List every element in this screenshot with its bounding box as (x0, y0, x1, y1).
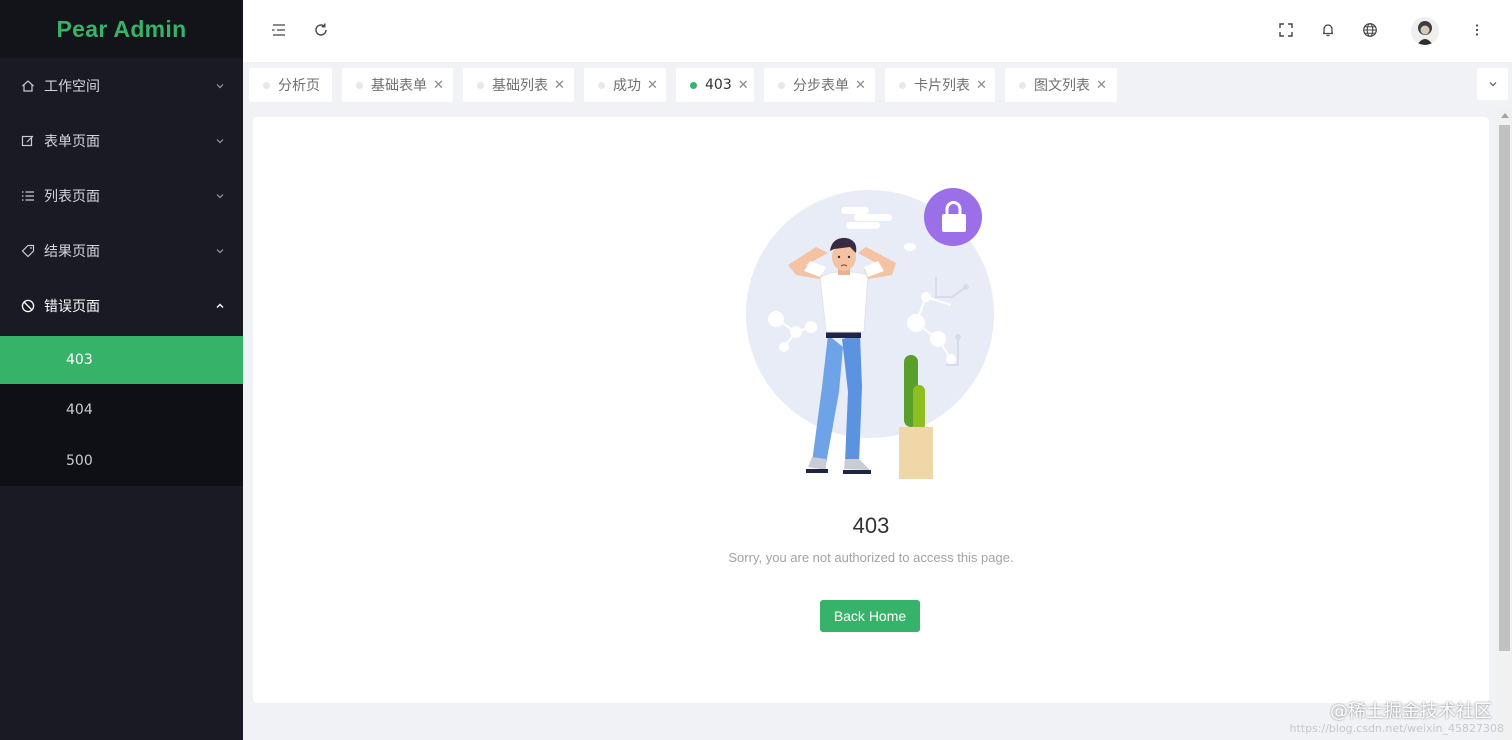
close-icon[interactable]: ✕ (855, 78, 866, 93)
tab-status-dot (690, 81, 697, 89)
error-submenu: 403 404 500 (0, 333, 243, 486)
sidebar-subitem-500[interactable]: 500 (0, 435, 243, 486)
sidebar: Pear Admin 工作空间 表单页面 列表页面 结果页面 错误页面 403 … (0, 0, 243, 740)
forbidden-illustration (746, 188, 994, 479)
ban-icon (20, 298, 36, 314)
tab-success[interactable]: 成功 ✕ (584, 68, 666, 102)
tab-analysis[interactable]: 分析页 (249, 68, 332, 102)
error-message: Sorry, you are not authorized to access … (728, 550, 1014, 565)
sidebar-subitem-403[interactable]: 403 (0, 336, 243, 384)
chevron-down-icon (1489, 82, 1496, 87)
tab-card-list[interactable]: 卡片列表 ✕ (885, 68, 995, 102)
bell-icon[interactable] (1319, 21, 1337, 39)
top-header (243, 0, 1512, 63)
tab-label: 图文列表 (1034, 78, 1090, 94)
tab-status-dot (356, 81, 363, 89)
list-icon (20, 188, 36, 204)
tab-403[interactable]: 403 ✕ (676, 68, 754, 102)
tab-step-form[interactable]: 分步表单 ✕ (764, 68, 875, 102)
scroll-up-arrow-icon[interactable] (1501, 113, 1509, 118)
error-page-card: 403 Sorry, you are not authorized to acc… (253, 117, 1489, 703)
sidebar-item-label: 表单页面 (44, 133, 100, 150)
close-icon[interactable]: ✕ (647, 78, 658, 93)
chevron-down-icon (216, 248, 224, 253)
more-vertical-icon[interactable] (1468, 21, 1486, 39)
chevron-down-icon (216, 83, 224, 88)
watermark-url: https://blog.csdn.net/weixin_45827308 (1289, 722, 1504, 735)
error-code: 403 (852, 513, 890, 538)
tab-label: 分析页 (278, 78, 320, 94)
tab-label: 成功 (613, 78, 641, 94)
sidebar-subitem-404[interactable]: 404 (0, 384, 243, 435)
sidebar-item-label: 错误页面 (44, 298, 100, 315)
avatar[interactable] (1411, 17, 1439, 45)
tab-bar: 分析页 基础表单 ✕ 基础列表 ✕ 成功 ✕ 403 ✕ 分步表单 ✕ 卡片列表… (243, 63, 1512, 109)
close-icon[interactable]: ✕ (738, 78, 749, 93)
sidebar-item-label: 结果页面 (44, 243, 100, 260)
tab-status-dot (899, 81, 906, 89)
chevron-down-icon (216, 138, 224, 143)
tab-label: 卡片列表 (914, 78, 970, 94)
sidebar-item-label: 工作空间 (44, 78, 100, 95)
chevron-down-icon (216, 193, 224, 198)
fullscreen-icon[interactable] (1277, 21, 1295, 39)
refresh-icon[interactable] (312, 21, 330, 39)
menu-fold-icon[interactable] (270, 21, 288, 39)
back-home-button[interactable]: Back Home (820, 600, 920, 632)
tab-status-dot (1019, 81, 1026, 89)
scrollbar-thumb[interactable] (1499, 125, 1510, 651)
tab-label: 基础列表 (492, 78, 548, 94)
watermark: @稀土掘金技术社区 (1330, 701, 1492, 722)
app-logo[interactable]: Pear Admin (0, 0, 243, 58)
tab-label: 403 (705, 77, 732, 93)
tab-status-dot (263, 81, 270, 89)
tag-icon (20, 243, 36, 259)
sidebar-item-forms[interactable]: 表单页面 (0, 113, 243, 168)
close-icon[interactable]: ✕ (976, 78, 987, 93)
tab-dropdown-button[interactable] (1477, 68, 1508, 100)
close-icon[interactable]: ✕ (1096, 78, 1107, 93)
tab-basic-list[interactable]: 基础列表 ✕ (463, 68, 574, 102)
tab-status-dot (477, 81, 484, 89)
tab-basic-form[interactable]: 基础表单 ✕ (342, 68, 453, 102)
sidebar-item-errors[interactable]: 错误页面 (0, 278, 243, 333)
globe-icon[interactable] (1361, 21, 1379, 39)
sidebar-item-lists[interactable]: 列表页面 (0, 168, 243, 223)
tab-label: 基础表单 (371, 78, 427, 94)
home-icon (20, 78, 36, 94)
tab-label: 分步表单 (793, 78, 849, 94)
edit-icon (20, 133, 36, 149)
sidebar-item-label: 列表页面 (44, 188, 100, 205)
tab-status-dot (598, 81, 605, 89)
sidebar-item-workspace[interactable]: 工作空间 (0, 58, 243, 113)
chevron-up-icon (216, 303, 224, 308)
tab-image-list[interactable]: 图文列表 ✕ (1005, 68, 1117, 102)
scrollbar[interactable] (1497, 109, 1512, 740)
tab-status-dot (778, 81, 785, 89)
sidebar-item-results[interactable]: 结果页面 (0, 223, 243, 278)
close-icon[interactable]: ✕ (554, 78, 565, 93)
close-icon[interactable]: ✕ (433, 78, 444, 93)
